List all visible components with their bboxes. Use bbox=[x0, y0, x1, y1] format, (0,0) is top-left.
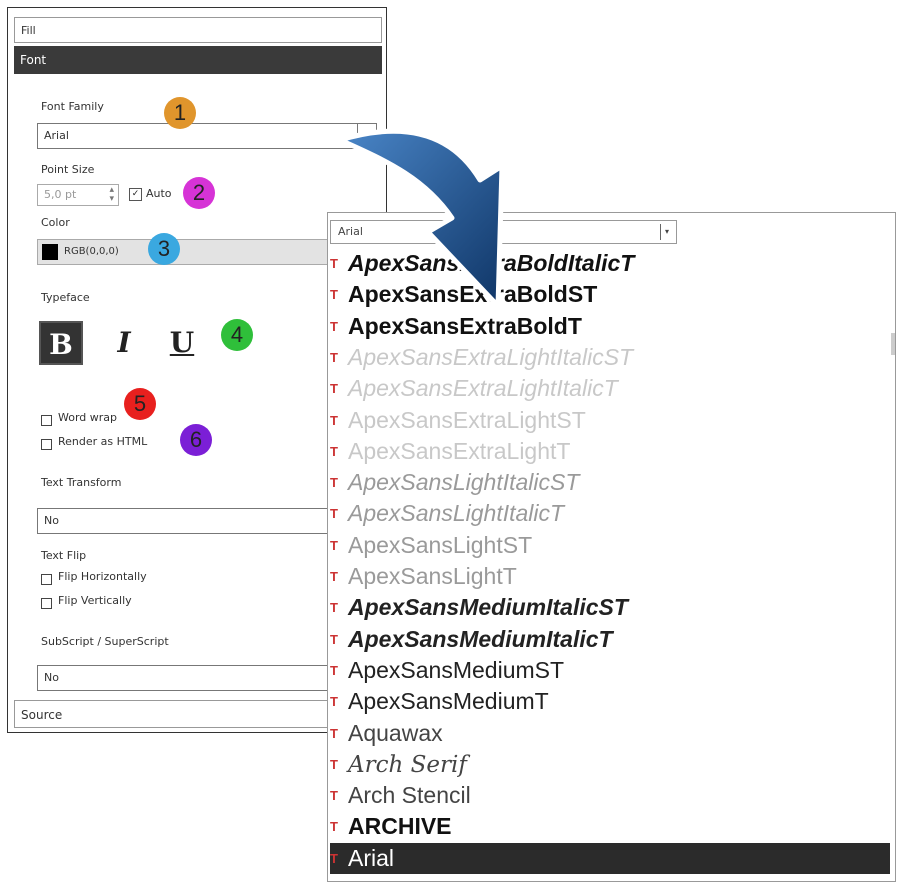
font-list-item[interactable]: T Aquawax bbox=[330, 718, 890, 749]
font-list-item[interactable]: T ApexSansExtraLightT bbox=[330, 436, 890, 467]
truetype-font-icon: T bbox=[330, 819, 338, 835]
truetype-font-icon: T bbox=[330, 631, 338, 647]
font-list-item[interactable]: T ApexSansExtraLightItalicST bbox=[330, 342, 890, 373]
font-list-item-label: Arch Stencil bbox=[348, 782, 471, 809]
font-list-item[interactable]: T ApexSansMediumST bbox=[330, 655, 890, 686]
font-list-item[interactable]: T ApexSansExtraLightST bbox=[330, 405, 890, 436]
font-family-label: Font Family bbox=[41, 100, 104, 113]
font-list-item-label: ApexSansLightT bbox=[348, 563, 517, 589]
font-family-select[interactable]: Arial ▾ bbox=[37, 123, 377, 149]
typeface-label: Typeface bbox=[41, 291, 90, 304]
callout-badge-5: 5 bbox=[124, 388, 156, 420]
font-list-item[interactable]: T ARCHIVE bbox=[330, 811, 890, 842]
flip-horizontally-label: Flip Horizontally bbox=[58, 570, 147, 583]
font-list-item[interactable]: T ApexSansLightItalicT bbox=[330, 498, 890, 529]
render-html-label: Render as HTML bbox=[58, 435, 148, 448]
font-list-item-label: ApexSansMediumST bbox=[348, 656, 565, 683]
callout-badge-4: 4 bbox=[221, 319, 253, 351]
font-list-item[interactable]: T ApexSansLightItalicST bbox=[330, 467, 890, 498]
font-list-item[interactable]: T Arch Stencil bbox=[330, 780, 890, 811]
point-size-label: Point Size bbox=[41, 163, 95, 176]
font-list-item-label: ApexSansExtraLightItalicT bbox=[348, 375, 618, 402]
callout-badge-1: 1 bbox=[164, 97, 196, 129]
curved-arrow-graphic bbox=[337, 128, 505, 309]
color-swatch[interactable] bbox=[42, 244, 58, 260]
callout-badge-6: 6 bbox=[180, 424, 212, 456]
truetype-font-icon: T bbox=[330, 412, 338, 428]
truetype-font-icon: T bbox=[330, 349, 338, 365]
truetype-font-icon: T bbox=[330, 756, 338, 772]
font-list-item[interactable]: T ApexSansLightST bbox=[330, 530, 890, 561]
font-list-item-label: ARCHIVE bbox=[348, 813, 452, 840]
truetype-font-icon: T bbox=[330, 600, 338, 616]
dropdown-divider bbox=[660, 224, 661, 240]
word-wrap-label: Word wrap bbox=[58, 411, 118, 424]
font-section-header[interactable]: Font bbox=[14, 46, 382, 74]
auto-label: Auto bbox=[146, 187, 172, 200]
point-size-value: 5,0 pt bbox=[44, 188, 77, 201]
truetype-font-icon: T bbox=[330, 788, 338, 804]
fill-section-header[interactable]: Fill bbox=[14, 17, 382, 43]
scrollbar-thumb[interactable] bbox=[891, 333, 895, 355]
font-list-item[interactable]: T Arial bbox=[330, 842, 890, 874]
font-list-item[interactable]: T ApexSansMediumItalicT bbox=[330, 624, 890, 655]
font-list-item-label: ApexSansMediumItalicST bbox=[348, 594, 628, 621]
text-transform-select[interactable]: No bbox=[37, 508, 337, 534]
text-flip-label: Text Flip bbox=[41, 549, 87, 562]
truetype-font-icon: T bbox=[330, 569, 338, 584]
truetype-font-icon: T bbox=[330, 725, 338, 741]
render-html-checkbox[interactable] bbox=[41, 439, 52, 450]
font-list-item-label: ApexSansLightST bbox=[348, 531, 533, 558]
font-list-item-label: ApexSansExtraLightItalicST bbox=[348, 343, 634, 370]
word-wrap-checkbox[interactable] bbox=[41, 415, 52, 426]
auto-checkbox[interactable]: ✓ bbox=[129, 188, 142, 201]
truetype-font-icon: T bbox=[330, 475, 338, 491]
truetype-font-icon: T bbox=[330, 506, 338, 522]
font-family-value: Arial bbox=[44, 129, 69, 142]
flip-vertically-checkbox[interactable] bbox=[41, 598, 52, 609]
font-list-item[interactable]: T ApexSansLightT bbox=[330, 561, 890, 592]
truetype-font-icon: T bbox=[330, 662, 338, 678]
flip-vertically-label: Flip Vertically bbox=[58, 594, 132, 607]
subsuper-value: No bbox=[44, 671, 59, 684]
font-list-item-label: ApexSansExtraLightT bbox=[348, 437, 571, 464]
chevron-down-icon[interactable]: ▾ bbox=[665, 221, 669, 243]
spinner-icon[interactable]: ▴ ▾ bbox=[109, 186, 114, 204]
font-list-item-label: ApexSansExtraLightST bbox=[348, 406, 586, 433]
subsuper-label: SubScript / SuperScript bbox=[41, 635, 169, 648]
text-transform-label: Text Transform bbox=[41, 476, 122, 489]
callout-badge-3: 3 bbox=[148, 233, 180, 265]
font-list-item[interactable]: T ApexSansExtraLightItalicT bbox=[330, 373, 890, 404]
bold-button[interactable]: B bbox=[39, 321, 83, 365]
truetype-font-icon: T bbox=[330, 537, 338, 553]
subsuper-select[interactable]: No bbox=[37, 665, 337, 691]
truetype-font-icon: T bbox=[330, 443, 338, 459]
flip-horizontally-checkbox[interactable] bbox=[41, 574, 52, 585]
font-list-item-label: Arch Serif bbox=[348, 751, 467, 778]
italic-button[interactable]: I bbox=[102, 321, 146, 365]
font-list-item-label: Arial bbox=[348, 844, 395, 871]
font-list-item[interactable]: T ApexSansMediumT bbox=[330, 686, 890, 717]
font-list-item[interactable]: T Arch Serif bbox=[330, 749, 890, 780]
color-value: RGB(0,0,0) bbox=[64, 246, 119, 257]
font-list-item-label: ApexSansLightItalicST bbox=[348, 469, 580, 496]
font-list-item-label: ApexSansMediumT bbox=[348, 688, 549, 715]
truetype-font-icon: T bbox=[330, 850, 338, 866]
callout-badge-2: 2 bbox=[183, 177, 215, 209]
point-size-input[interactable]: 5,0 pt ▴ ▾ bbox=[37, 184, 119, 206]
color-label: Color bbox=[41, 216, 70, 229]
truetype-font-icon: T bbox=[330, 381, 338, 397]
underline-button[interactable]: U bbox=[160, 321, 204, 365]
font-list-item-label: Aquawax bbox=[348, 719, 443, 746]
color-picker[interactable]: RGB(0,0,0) bbox=[37, 239, 377, 265]
text-transform-value: No bbox=[44, 514, 59, 527]
font-list-item-label: ApexSansMediumItalicT bbox=[348, 625, 613, 652]
truetype-font-icon: T bbox=[330, 694, 338, 710]
font-list-item-label: ApexSansLightItalicT bbox=[348, 500, 565, 527]
font-list-item[interactable]: T ApexSansMediumItalicST bbox=[330, 592, 890, 623]
